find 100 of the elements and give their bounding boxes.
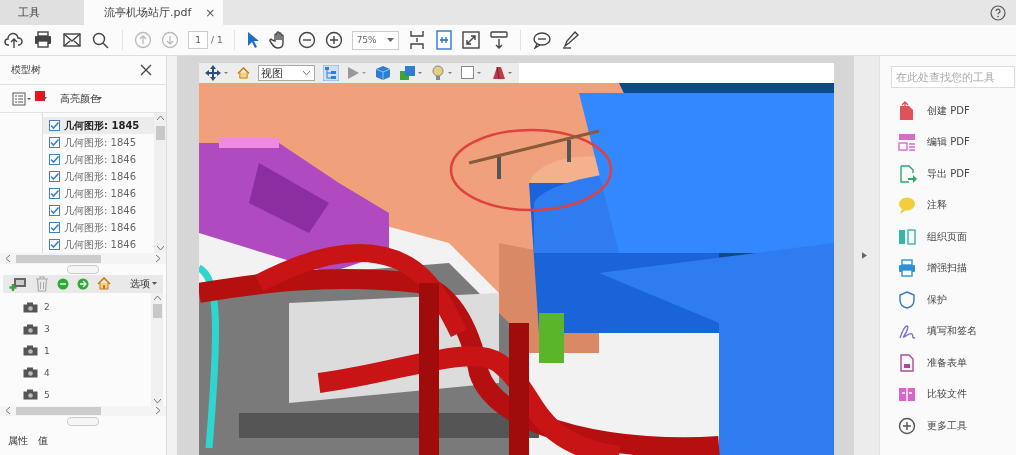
tool-item[interactable]: 组织页面 [891, 221, 1016, 253]
tool-item[interactable]: 编辑 PDF [891, 126, 1016, 158]
camera-icon [23, 389, 38, 401]
play-icon[interactable] [347, 66, 367, 80]
model-tree-icon[interactable] [323, 65, 339, 81]
tree-item[interactable]: 几何图形: 1845 [43, 117, 154, 135]
options-dropdown[interactable]: 选项 [130, 276, 150, 291]
comment-icon[interactable] [531, 31, 552, 49]
horizontal-scrollbar[interactable] [0, 405, 166, 417]
tool-item[interactable]: 准备表单 [891, 347, 1016, 379]
tool-item[interactable]: 更多工具 [891, 410, 1016, 442]
print-icon[interactable] [33, 31, 53, 49]
close-tab-button[interactable]: × [205, 5, 216, 20]
checkbox[interactable] [49, 154, 60, 166]
pen-icon[interactable] [560, 30, 581, 50]
tool-item[interactable]: 保护 [891, 284, 1016, 316]
home-icon[interactable] [97, 277, 111, 291]
trash-icon[interactable] [35, 275, 49, 292]
3d-model-drawing[interactable] [199, 83, 834, 455]
scroll-thumb[interactable] [155, 126, 165, 141]
scroll-down-icon[interactable] [153, 398, 161, 403]
tool-item[interactable]: 填写和签名 [891, 315, 1016, 347]
expand-arrow-icon[interactable] [862, 252, 867, 259]
previous-page-icon [134, 31, 152, 49]
vertical-scrollbar[interactable] [151, 292, 163, 406]
checkbox[interactable] [49, 205, 60, 217]
camera-icon [23, 323, 38, 335]
caret-icon [386, 38, 394, 42]
tree-item[interactable]: 几何图形: 1846 [43, 185, 154, 203]
scroll-down-icon[interactable] [156, 246, 164, 251]
view-item[interactable]: 2 [23, 296, 151, 319]
tree-item[interactable]: 几何图形: 1845 [43, 134, 154, 152]
view-item[interactable]: 3 [23, 318, 151, 341]
mail-icon[interactable] [62, 31, 82, 49]
caret-icon [42, 97, 47, 101]
checkbox[interactable] [49, 222, 60, 234]
view-item[interactable]: 4 [23, 361, 151, 384]
zoom-in-icon[interactable] [324, 31, 343, 49]
column-header: 值 [38, 434, 48, 448]
cloud-upload-icon[interactable] [4, 31, 24, 49]
tree-item[interactable]: 几何图形: 1846 [43, 236, 154, 254]
scroll-up-icon[interactable] [156, 116, 164, 121]
pointer-icon[interactable] [245, 31, 260, 49]
zoom-out-icon[interactable] [297, 31, 316, 49]
tool-item[interactable]: 导出 PDF [891, 158, 1016, 190]
fit-width-icon[interactable] [434, 30, 453, 50]
fit-page-icon[interactable] [407, 30, 426, 50]
horizontal-scrollbar[interactable] [0, 253, 166, 265]
tool-item[interactable]: 注释 [891, 189, 1016, 221]
tree-item[interactable]: 几何图形: 1846 [43, 168, 154, 186]
scroll-thumb[interactable] [152, 304, 162, 319]
search-icon[interactable] [91, 31, 111, 49]
tool-item[interactable]: 增强扫描 [891, 252, 1016, 284]
highlight-color-dropdown[interactable]: 高亮颜色 [60, 91, 100, 106]
checkbox[interactable] [49, 120, 60, 132]
help-icon[interactable] [990, 4, 1006, 21]
lighting-icon[interactable] [431, 65, 453, 81]
vertical-scrollbar[interactable] [834, 56, 854, 455]
tab[interactable]: 工具 [0, 0, 84, 25]
checkbox[interactable] [49, 239, 60, 251]
scroll-right-icon[interactable] [156, 407, 160, 415]
view-item[interactable]: 1 [23, 340, 151, 362]
close-icon[interactable] [140, 64, 152, 77]
cube-icon[interactable] [375, 65, 391, 81]
zoom-dropdown[interactable]: 75% [351, 30, 399, 50]
tree-item[interactable]: 几何图形: 1846 [43, 151, 154, 169]
highlight-color-swatch[interactable] [35, 91, 45, 102]
scroll-mode-icon[interactable] [488, 30, 509, 50]
minus-circle-icon[interactable] [57, 277, 69, 290]
vertical-scrollbar[interactable] [154, 113, 166, 254]
tree-item[interactable]: 几何图形: 1846 [43, 219, 154, 237]
tool-item[interactable]: 创建 PDF [891, 95, 1016, 127]
splitter-handle[interactable] [67, 265, 99, 274]
rotate-tool-icon[interactable] [205, 65, 229, 81]
splitter-handle[interactable] [67, 417, 99, 426]
checkbox[interactable] [49, 137, 60, 149]
render-mode-icon[interactable] [491, 65, 513, 81]
checkbox[interactable] [49, 171, 60, 183]
column-header: 属性 [8, 434, 28, 448]
page-number-field[interactable]: 1 [188, 31, 208, 49]
add-view-icon[interactable] [9, 275, 27, 292]
arrow-circle-icon[interactable] [77, 277, 89, 290]
view-item[interactable]: 5 [23, 383, 151, 406]
full-screen-icon[interactable] [461, 31, 480, 49]
scroll-thumb[interactable] [16, 254, 101, 263]
tool-search-field[interactable]: 在此处查找您的工具 [891, 66, 1015, 88]
view-dropdown[interactable]: 视图 [258, 65, 315, 81]
colored-cubes-icon[interactable] [399, 65, 423, 81]
scroll-left-icon[interactable] [6, 255, 10, 263]
scroll-left-icon[interactable] [6, 407, 10, 415]
camera-icon [23, 367, 38, 379]
checkbox[interactable] [49, 188, 60, 200]
panel-title: 模型树 [11, 63, 41, 78]
tree-item[interactable]: 几何图形: 1846 [43, 202, 154, 220]
tab[interactable]: 流亭机场站厅.pdf × [84, 0, 224, 25]
scroll-thumb[interactable] [16, 406, 101, 415]
scroll-right-icon[interactable] [156, 255, 160, 263]
home-icon[interactable] [237, 67, 250, 79]
tool-item[interactable]: 比较文件 [891, 378, 1016, 410]
scroll-up-icon[interactable] [153, 295, 161, 300]
